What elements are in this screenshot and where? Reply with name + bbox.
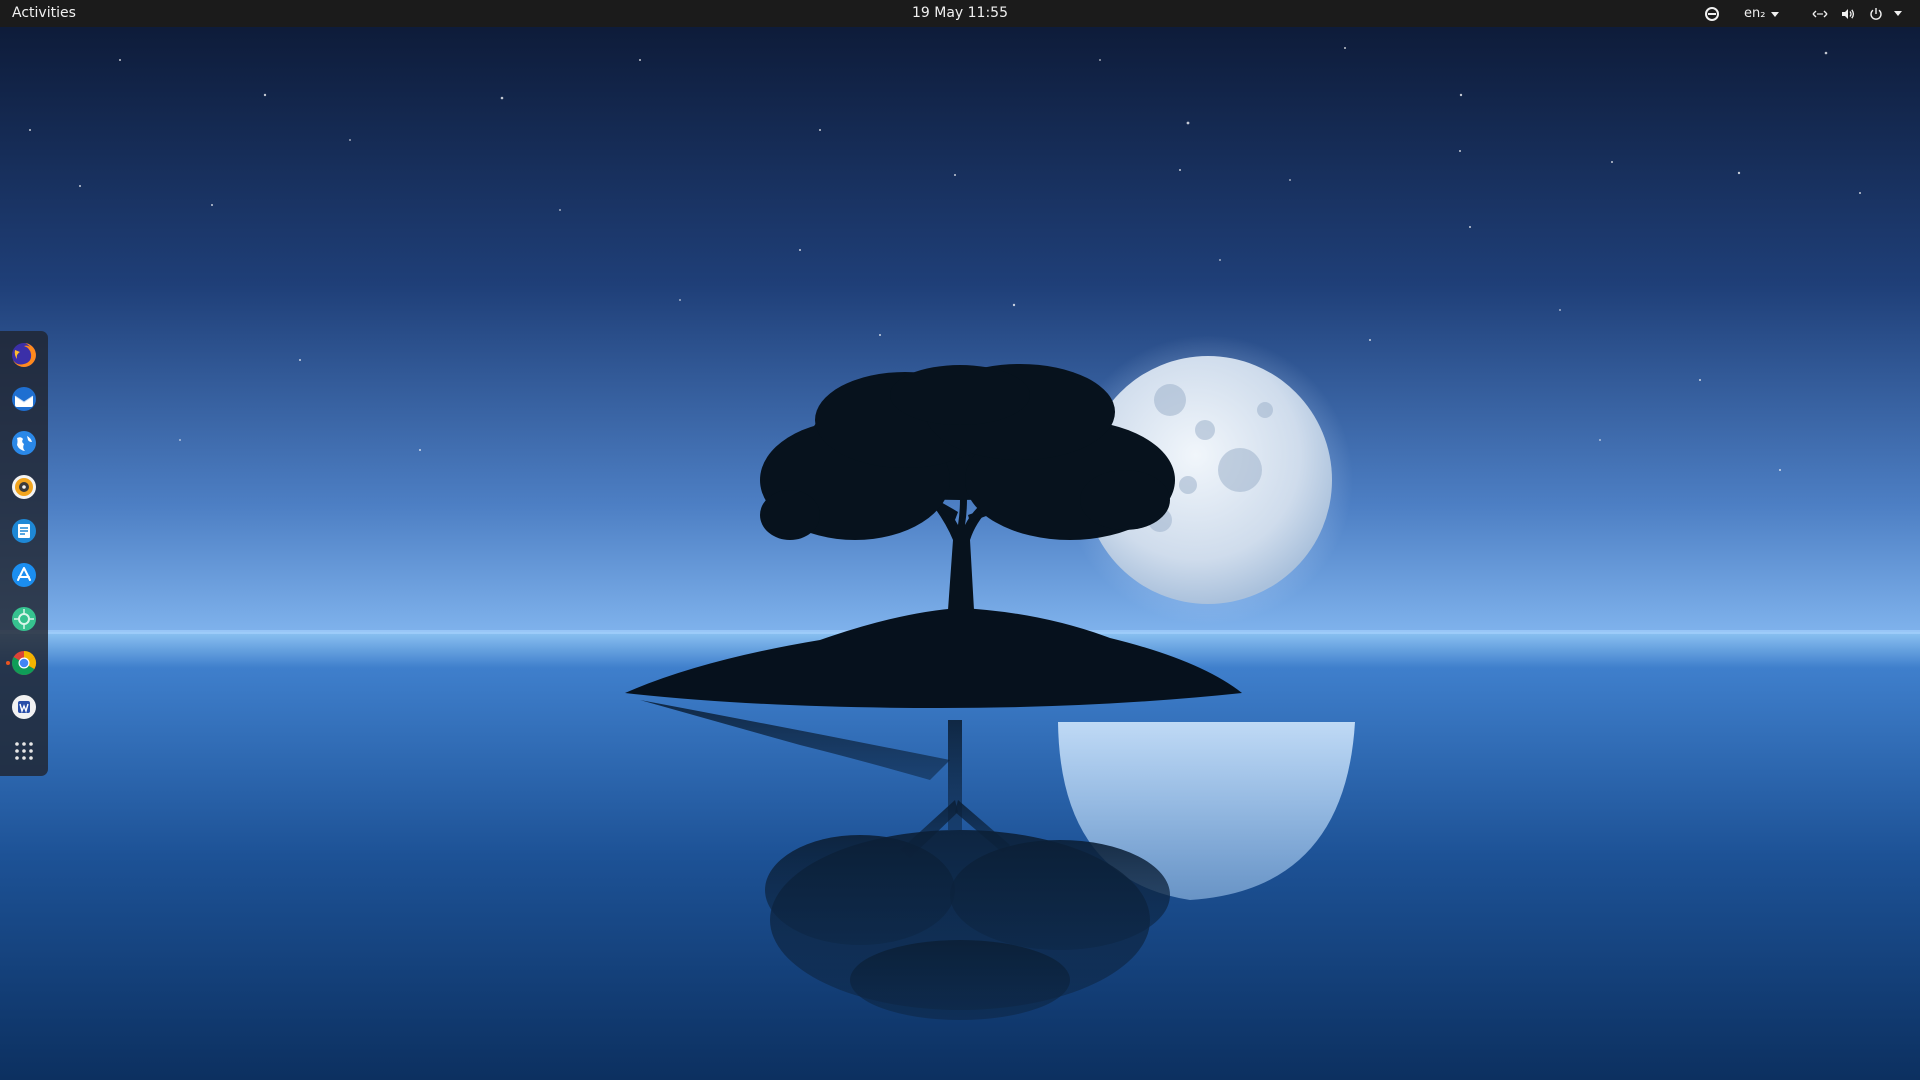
date-time-button[interactable]: 19 May 11:55 [904,0,1016,27]
thunderbird-icon [12,387,36,411]
chevron-down-icon [1771,12,1780,17]
keyboard-layout-label: en₂ [1744,6,1766,21]
dock-item-rhythmbox[interactable] [4,467,44,507]
network-button[interactable] [1812,0,1828,27]
top-bar: Activities 19 May 11:55 en₂ [0,0,1920,27]
firefox-icon [12,343,36,367]
rhythmbox-icon [12,475,36,499]
dock-item-chrome[interactable] [4,643,44,683]
system-menu-arrow-icon [1894,11,1902,16]
dock-item-browser[interactable] [4,423,44,463]
dock-item-wps[interactable] [4,687,44,727]
power-button[interactable] [1868,0,1884,27]
app-grid-icon [15,742,33,760]
volume-button[interactable] [1840,0,1856,27]
dock-item-software[interactable] [4,599,44,639]
activities-button[interactable]: Activities [12,0,76,27]
wps-icon [12,695,36,719]
circle-status-icon [1705,6,1719,21]
writer-icon [12,519,36,543]
browser-globe-icon [12,431,36,455]
dock-item-thunderbird[interactable] [4,379,44,419]
dock [0,331,48,776]
system-menu-button[interactable] [1894,0,1902,27]
power-icon [1870,7,1882,20]
app-store-icon [12,563,36,587]
wallpaper-image [0,0,1920,1080]
desktop: Activities 19 May 11:55 en₂ [0,0,1920,1080]
dock-item-app-store[interactable] [4,555,44,595]
chrome-icon [11,651,37,676]
clock-area: 19 May 11:55 [0,0,1920,27]
keyboard-layout-button[interactable]: en₂ [1744,0,1780,27]
dock-item-libreoffice-writer[interactable] [4,511,44,551]
status-circle-button[interactable] [1704,0,1720,27]
dock-item-firefox[interactable] [4,335,44,375]
green-app-icon [12,607,36,631]
show-applications-button[interactable] [4,731,44,771]
volume-icon [1842,8,1855,19]
running-indicator [6,661,10,665]
network-icon [1812,10,1828,17]
